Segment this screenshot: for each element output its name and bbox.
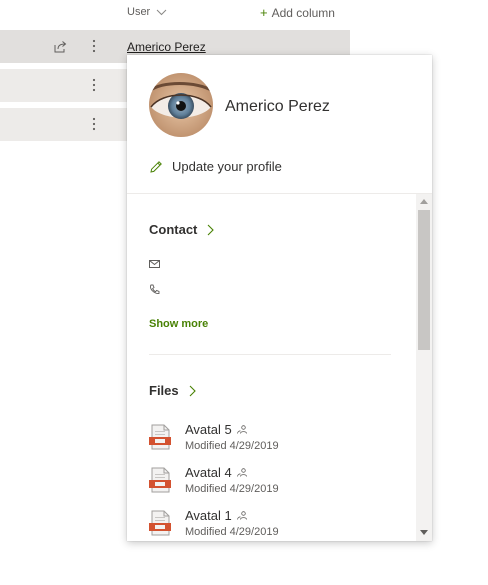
add-column-button[interactable]: + Add column <box>260 5 335 20</box>
shared-people-icon <box>236 511 247 520</box>
show-more-link[interactable]: Show more <box>149 318 208 330</box>
edit-pencil-icon <box>150 160 162 173</box>
file-name: Avatal 4 <box>185 465 247 480</box>
share-icon[interactable] <box>53 40 67 54</box>
file-modified: Modified 4/29/2019 <box>185 526 279 538</box>
contact-title: Contact <box>149 222 198 237</box>
file-modified: Modified 4/29/2019 <box>185 440 279 452</box>
chevron-down-icon <box>156 9 167 15</box>
plus-icon: + <box>260 5 268 20</box>
update-profile-link[interactable]: Update your profile <box>149 159 282 174</box>
file-modified: Modified 4/29/2019 <box>185 483 279 495</box>
file-name: Avatal 1 <box>185 508 247 523</box>
update-profile-label: Update your profile <box>172 159 282 174</box>
files-title: Files <box>149 383 179 398</box>
file-name: Avatal 5 <box>185 422 247 437</box>
column-header-user[interactable]: User <box>127 6 167 18</box>
list-header: User + Add column <box>0 0 350 28</box>
shared-people-icon <box>236 425 247 434</box>
avatar <box>149 73 213 137</box>
mail-icon[interactable] <box>149 260 160 268</box>
contact-section-header[interactable]: Contact <box>149 222 215 237</box>
file-name-label: Avatal 5 <box>185 422 232 437</box>
profile-scroll-area[interactable]: Contact Show more Files Avatal 5 Modifie… <box>127 194 432 541</box>
file-item[interactable]: Avatal 4 Modified 4/29/2019 <box>149 465 389 501</box>
shared-people-icon <box>236 468 247 477</box>
file-name-label: Avatal 1 <box>185 508 232 523</box>
phone-icon[interactable] <box>149 284 160 295</box>
chevron-right-icon <box>208 224 215 235</box>
chevron-right-icon <box>189 385 196 396</box>
more-vertical-icon[interactable] <box>90 115 98 133</box>
scroll-down-arrow-icon[interactable] <box>420 530 428 535</box>
column-header-user-label: User <box>127 6 151 18</box>
profile-name: Americo Perez <box>225 98 330 115</box>
add-column-label: Add column <box>271 6 335 20</box>
powerpoint-file-icon <box>149 510 171 536</box>
vertical-scrollbar[interactable] <box>416 194 432 541</box>
files-section-header[interactable]: Files <box>149 383 196 398</box>
scroll-up-arrow-icon[interactable] <box>420 199 428 204</box>
divider <box>149 354 391 355</box>
file-item[interactable]: Avatal 1 Modified 4/29/2019 <box>149 508 389 541</box>
file-name-label: Avatal 4 <box>185 465 232 480</box>
file-item[interactable]: Avatal 5 Modified 4/29/2019 <box>149 422 389 458</box>
user-link[interactable]: Americo Perez <box>127 40 206 54</box>
scrollbar-thumb[interactable] <box>418 210 430 350</box>
more-vertical-icon[interactable] <box>90 37 98 55</box>
powerpoint-file-icon <box>149 424 171 450</box>
powerpoint-file-icon <box>149 467 171 493</box>
more-vertical-icon[interactable] <box>90 76 98 94</box>
profile-card: Americo Perez Update your profile Contac… <box>127 55 432 541</box>
